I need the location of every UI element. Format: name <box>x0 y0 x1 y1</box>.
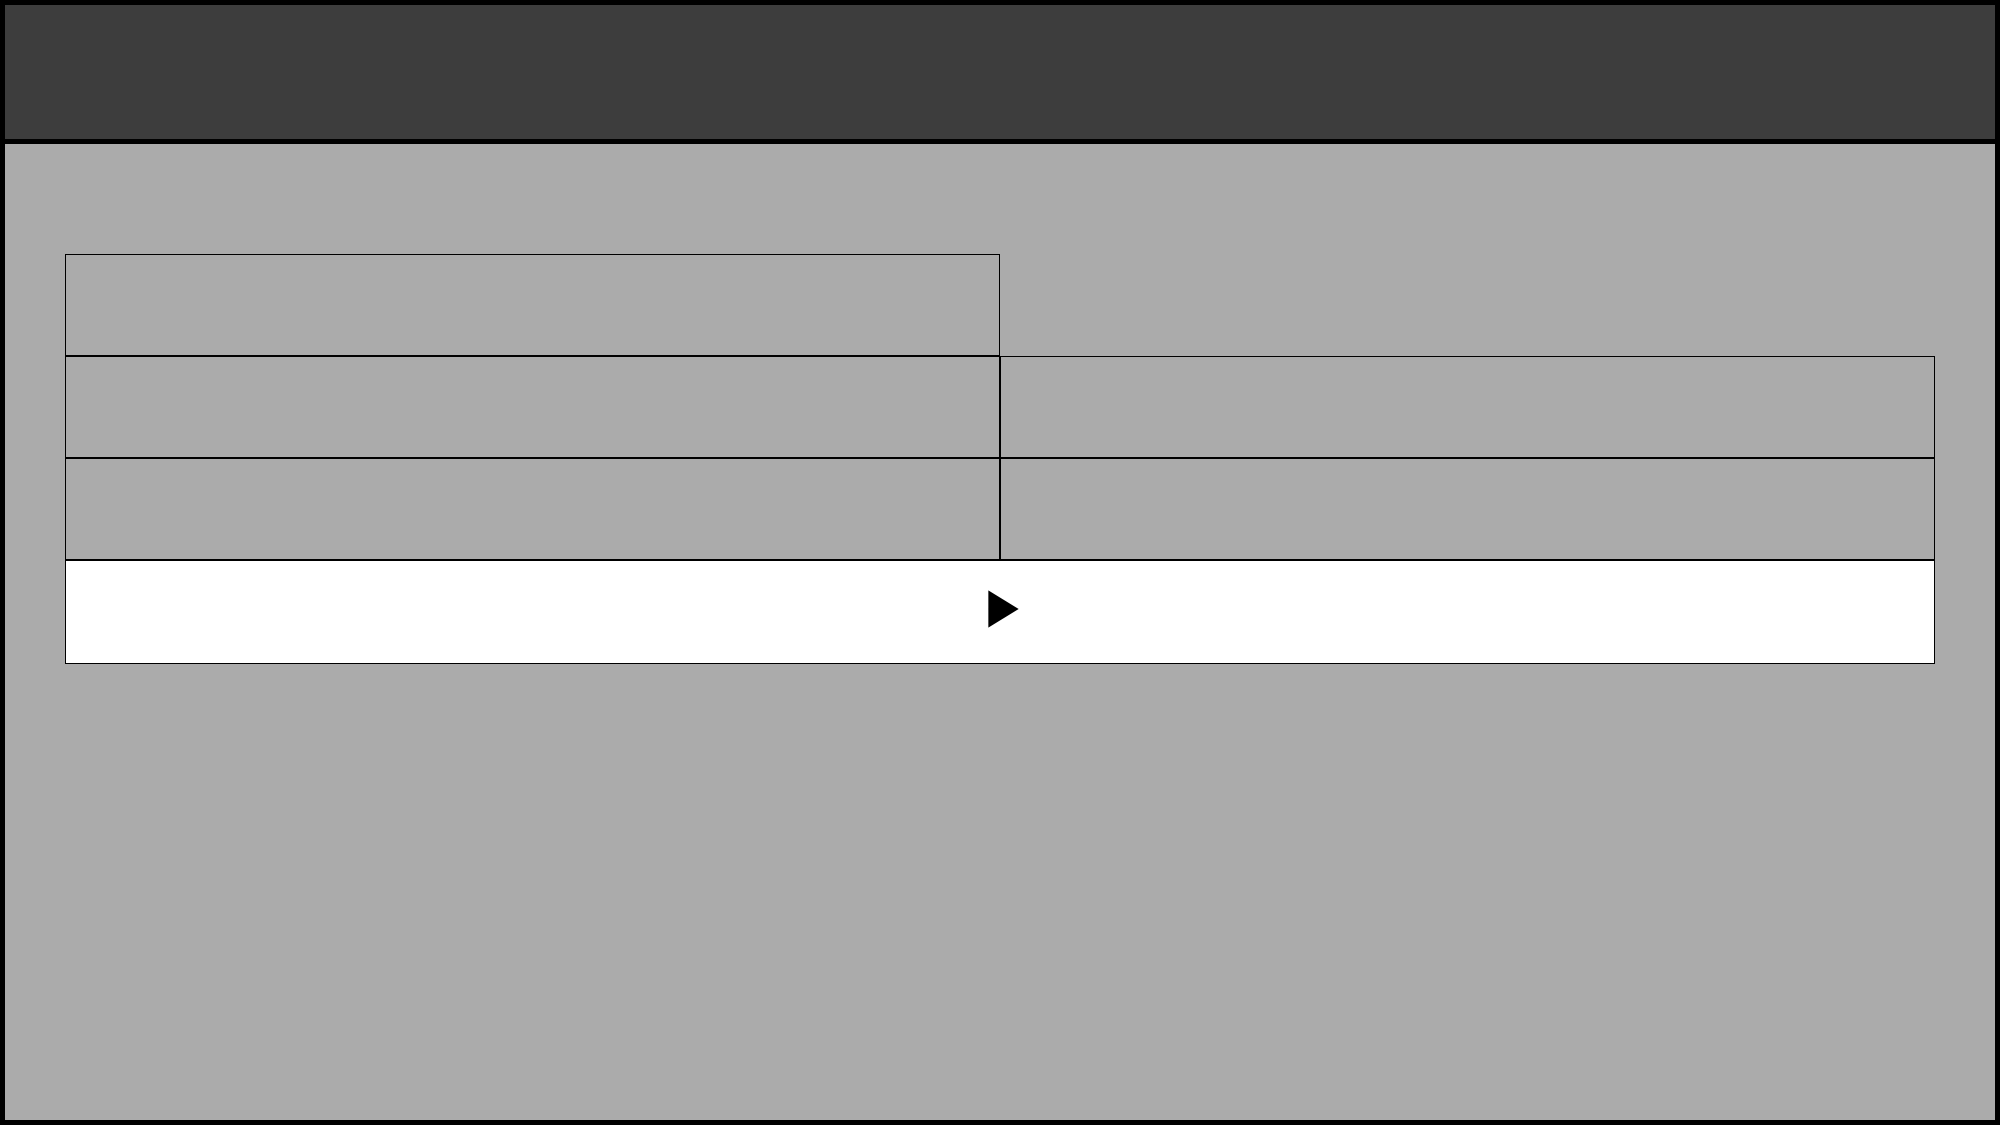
grid-cell-2-0[interactable] <box>65 458 1000 560</box>
app-window <box>0 0 2000 1125</box>
grid-row-0 <box>65 254 1936 356</box>
grid-cell-0-0[interactable] <box>65 254 1000 356</box>
grid-cell-1-0[interactable] <box>65 356 1000 458</box>
grid-cell-2-1[interactable] <box>1000 458 1935 560</box>
grid-row-1 <box>65 356 1936 458</box>
grid-row-2 <box>65 458 1936 560</box>
grid-cell-1-1[interactable] <box>1000 356 1935 458</box>
play-icon <box>972 581 1028 642</box>
title-bar <box>5 5 1995 144</box>
content-area <box>5 144 1995 1120</box>
grid-container <box>65 254 1936 664</box>
play-button[interactable] <box>65 560 1936 664</box>
